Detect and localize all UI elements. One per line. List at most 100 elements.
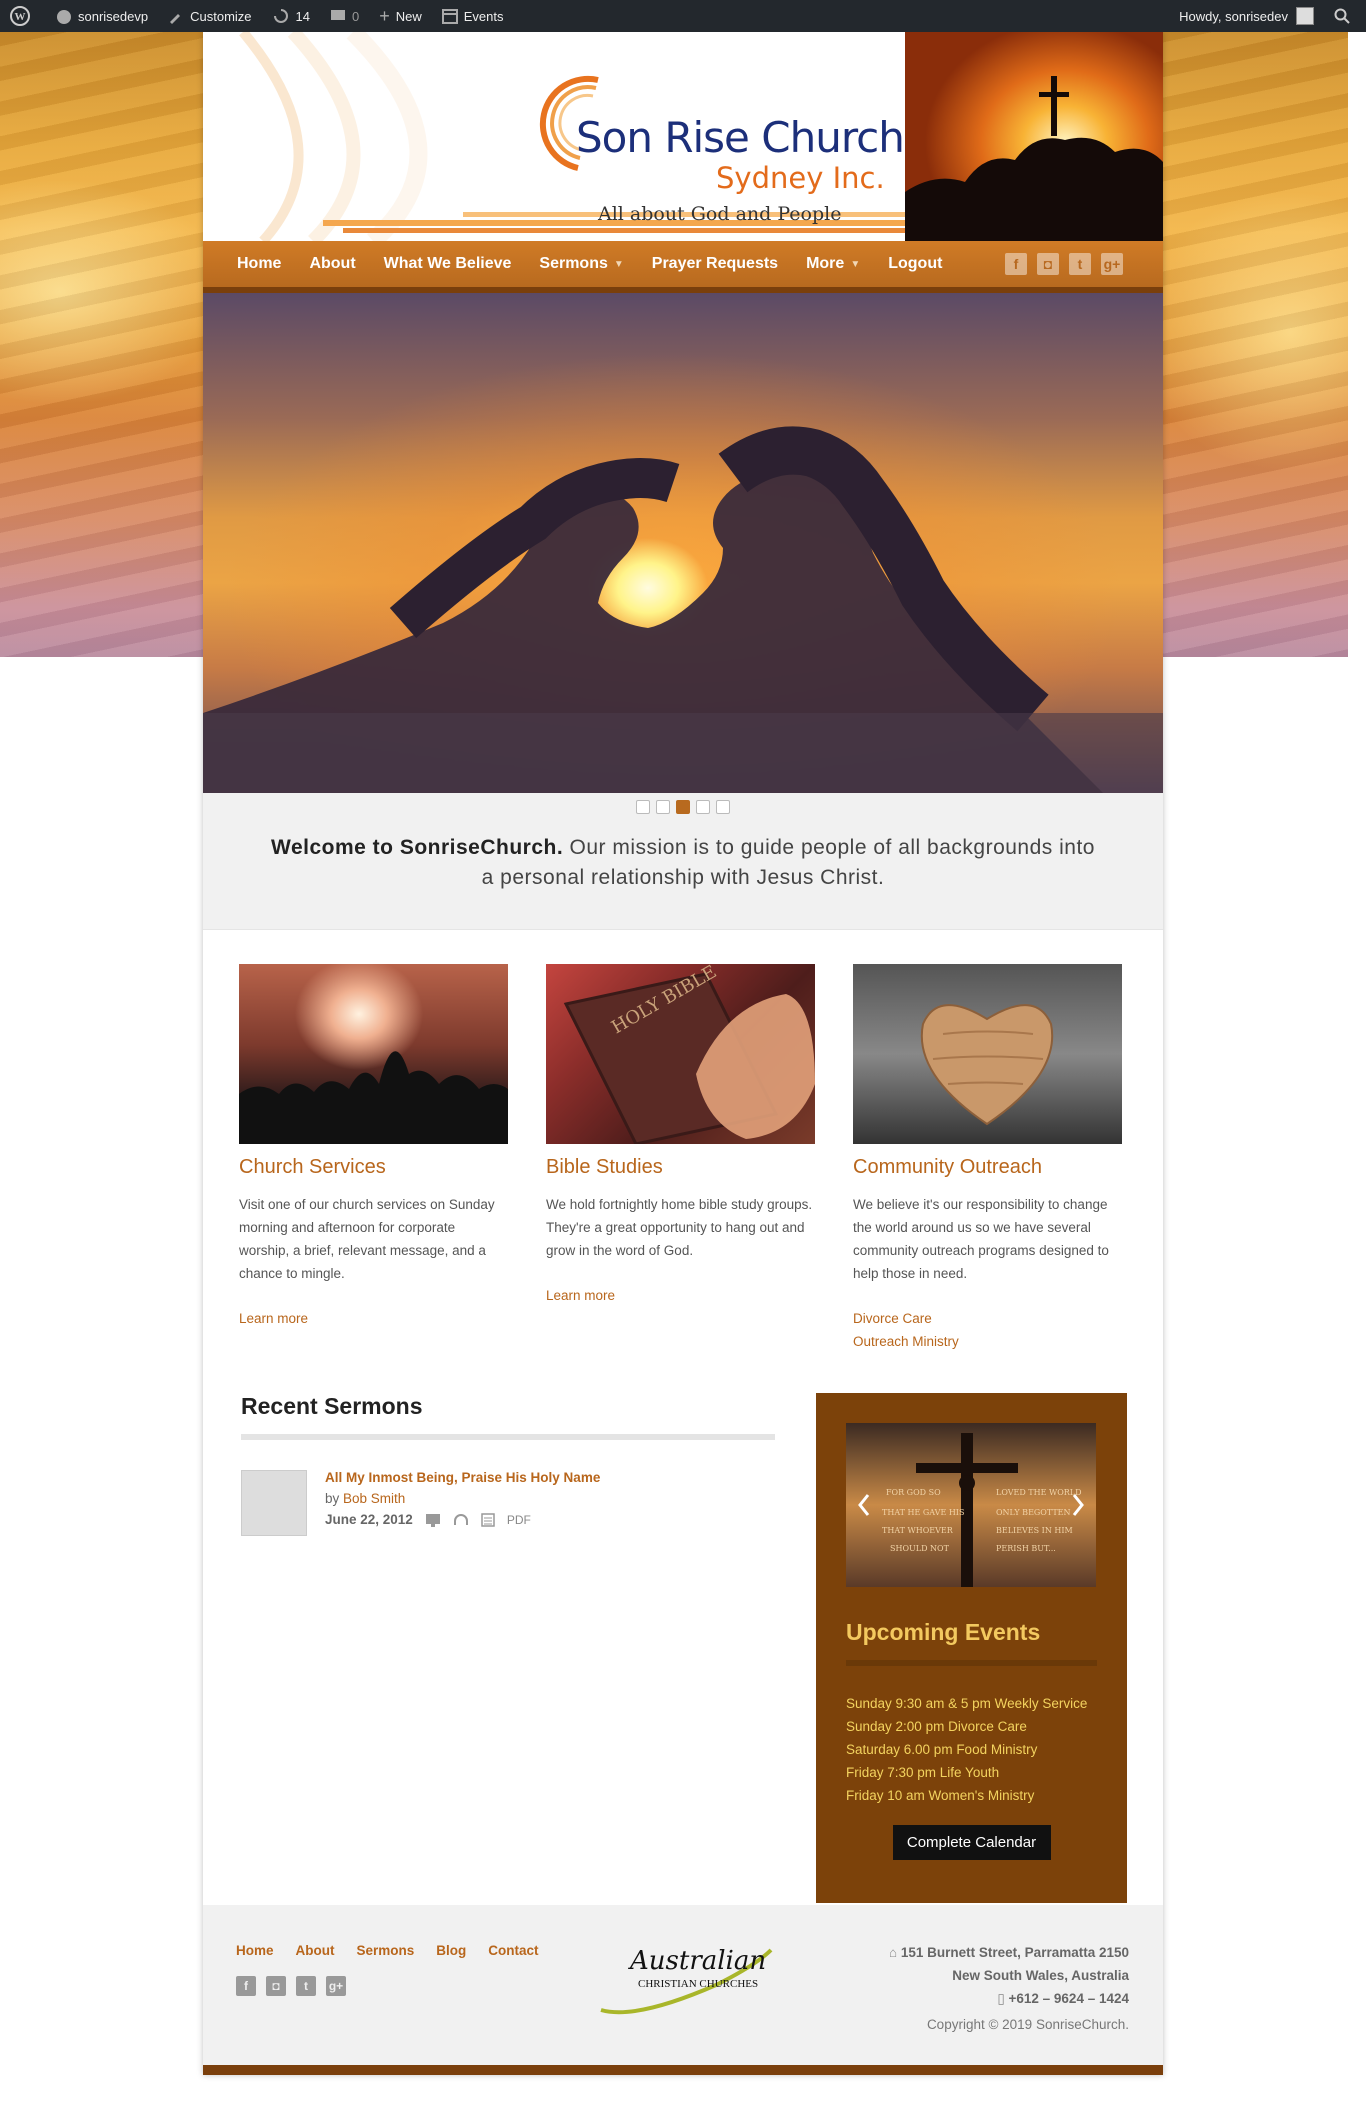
banner-text: THAT WHOEVER <box>882 1526 954 1535</box>
phone-number: +612 – 9624 – 1424 <box>1008 1991 1130 2006</box>
slider-dot[interactable] <box>636 800 650 814</box>
feature-text: We believe it's our responsibility to ch… <box>853 1197 1109 1281</box>
welcome-message: Welcome to SonriseChurch. Our mission is… <box>203 821 1163 930</box>
events-label: Events <box>463 8 504 24</box>
nav-more[interactable]: More ▼ <box>792 255 874 273</box>
twitter-icon[interactable]: t <box>296 1976 316 1996</box>
copyright: Copyright © 2019 SonriseChurch. <box>926 2017 1129 2032</box>
admin-updates-link[interactable]: 14 <box>262 0 320 32</box>
main-navigation: Home About What We Believe Sermons ▼ Pray… <box>203 241 1163 293</box>
nav-about[interactable]: About <box>295 255 369 273</box>
feature-title: Church Services <box>239 1156 386 1178</box>
footer-nav-sermons[interactable]: Sermons <box>357 1943 415 1958</box>
logo-title: Son Rise Church <box>576 113 905 162</box>
nav-logout-label: Logout <box>888 255 943 272</box>
feature-title: Community Outreach <box>853 1156 1042 1178</box>
slider-dot[interactable] <box>656 800 670 814</box>
admin-account-link[interactable]: Howdy, sonrisedev <box>1169 0 1324 32</box>
sermon-by-label: by <box>325 1491 344 1506</box>
feature-community-outreach: Community Outreach We believe it's our r… <box>853 964 1122 1353</box>
nav-prayer-requests[interactable]: Prayer Requests <box>638 255 792 273</box>
sermon-meta: June 22, 2012 PDF <box>325 1512 600 1527</box>
community-outreach-image[interactable] <box>853 964 1122 1144</box>
recent-sermons-heading: Recent Sermons <box>241 1393 423 1419</box>
sermon-item: All My Inmost Being, Praise His Holy Nam… <box>241 1470 771 1536</box>
admin-bar: W sonrisedevp Customize 14 0 + New Event… <box>0 0 1366 32</box>
document-icon[interactable] <box>481 1512 495 1527</box>
event-item: Sunday 9:30 am & 5 pm Weekly Service <box>846 1696 1088 1711</box>
feature-title: Bible Studies <box>546 1156 663 1178</box>
sermon-speaker: by Bob Smith <box>325 1491 600 1506</box>
instagram-icon[interactable]: ◘ <box>266 1976 286 1996</box>
facebook-icon[interactable]: f <box>236 1976 256 1996</box>
sermon-title[interactable]: All My Inmost Being, Praise His Holy Nam… <box>325 1470 600 1485</box>
footer-nav-blog[interactable]: Blog <box>436 1943 466 1958</box>
plus-icon: + <box>379 5 390 26</box>
googleplus-icon[interactable]: g+ <box>326 1976 346 1996</box>
slider-dot[interactable] <box>716 800 730 814</box>
audio-headphones-icon[interactable] <box>453 1513 469 1527</box>
learn-more-link[interactable]: Learn more <box>546 1284 815 1307</box>
outreach-ministry-link[interactable]: Outreach Ministry <box>853 1330 1122 1353</box>
site-footer: Home About Sermons Blog Contact f ◘ t g+… <box>203 1905 1163 2075</box>
divorce-care-link[interactable]: Divorce Care <box>853 1307 1122 1330</box>
feature-bible-studies: HOLY BIBLE Bible Studies We hold fortnig… <box>546 961 815 1353</box>
footer-nav-contact[interactable]: Contact <box>488 1943 538 1958</box>
nav-more-label: More <box>806 255 845 272</box>
slider-pagination <box>203 793 1163 821</box>
header-social-links: f ◘ t g+ <box>1005 253 1163 275</box>
site-name: sonrisedevp <box>78 8 149 24</box>
admin-customize-link[interactable]: Customize <box>158 0 261 32</box>
footer-nav-home[interactable]: Home <box>236 1943 274 1958</box>
new-label: New <box>395 8 422 24</box>
sermon-author-link[interactable]: Bob Smith <box>343 1491 405 1506</box>
pdf-link[interactable]: PDF <box>507 1513 531 1527</box>
site-logo[interactable]: Son Rise Church Sydney Inc. All about Go… <box>538 58 938 225</box>
home-icon: ⌂ <box>888 1945 901 1960</box>
complete-calendar-button[interactable]: Complete Calendar <box>892 1825 1051 1860</box>
welcome-text: Our mission is to guide people of all ba… <box>481 836 1095 889</box>
events-list: Sunday 9:30 am & 5 pm Weekly Service Sun… <box>846 1692 1097 1807</box>
nav-what-we-believe[interactable]: What We Believe <box>370 255 526 273</box>
lower-section: Recent Sermons All My Inmost Being, Prai… <box>203 1353 1163 1903</box>
divider <box>846 1660 1097 1666</box>
svg-text:W: W <box>15 11 26 23</box>
slider-dot-active[interactable] <box>676 800 690 814</box>
twitter-icon[interactable]: t <box>1069 253 1091 275</box>
slider-dot[interactable] <box>696 800 710 814</box>
chevron-left-icon[interactable] <box>858 1494 870 1516</box>
admin-new-link[interactable]: + New <box>369 0 432 32</box>
learn-more-link[interactable]: Learn more <box>239 1307 508 1330</box>
dashboard-icon <box>57 10 71 24</box>
bible-studies-image[interactable]: HOLY BIBLE <box>546 961 815 1146</box>
admin-events-link[interactable]: Events <box>432 0 514 32</box>
chevron-down-icon: ▼ <box>613 258 624 270</box>
admin-search-icon[interactable] <box>1324 0 1366 32</box>
banner-text: ONLY BEGOTTEN <box>996 1508 1071 1517</box>
googleplus-icon[interactable]: g+ <box>1101 253 1123 275</box>
sermon-thumbnail[interactable] <box>241 1470 307 1536</box>
instagram-icon[interactable]: ◘ <box>1037 253 1059 275</box>
banner-text: LOVED THE WORLD <box>996 1488 1082 1497</box>
admin-site-link[interactable]: sonrisedevp <box>46 0 158 32</box>
facebook-icon[interactable]: f <box>1005 253 1027 275</box>
footer-navigation: Home About Sermons Blog Contact <box>236 1943 539 1958</box>
footer-nav-about[interactable]: About <box>296 1943 335 1958</box>
customize-label: Customize <box>190 8 252 24</box>
nav-home[interactable]: Home <box>223 255 295 273</box>
feature-columns: Church Services Visit one of our church … <box>203 930 1163 1353</box>
acc-logo[interactable]: Australian CHRISTIAN CHURCHES <box>596 1925 796 2025</box>
logo-subtitle: Sydney Inc. <box>716 161 885 195</box>
nav-sermons[interactable]: Sermons ▼ <box>525 255 637 273</box>
avatar <box>1296 7 1314 25</box>
event-item: Friday 10 am Women's Ministry <box>846 1788 1035 1803</box>
church-services-image[interactable] <box>239 964 508 1144</box>
nav-logout[interactable]: Logout <box>874 255 956 273</box>
nav-prayer-label: Prayer Requests <box>651 255 779 272</box>
admin-comments-link[interactable]: 0 <box>320 0 369 32</box>
comment-icon <box>331 10 345 20</box>
phone-icon: ▯ <box>997 1991 1009 2006</box>
wordpress-logo-icon[interactable]: W <box>0 0 46 32</box>
chevron-right-icon[interactable] <box>1072 1494 1084 1516</box>
video-icon[interactable] <box>425 1513 441 1527</box>
